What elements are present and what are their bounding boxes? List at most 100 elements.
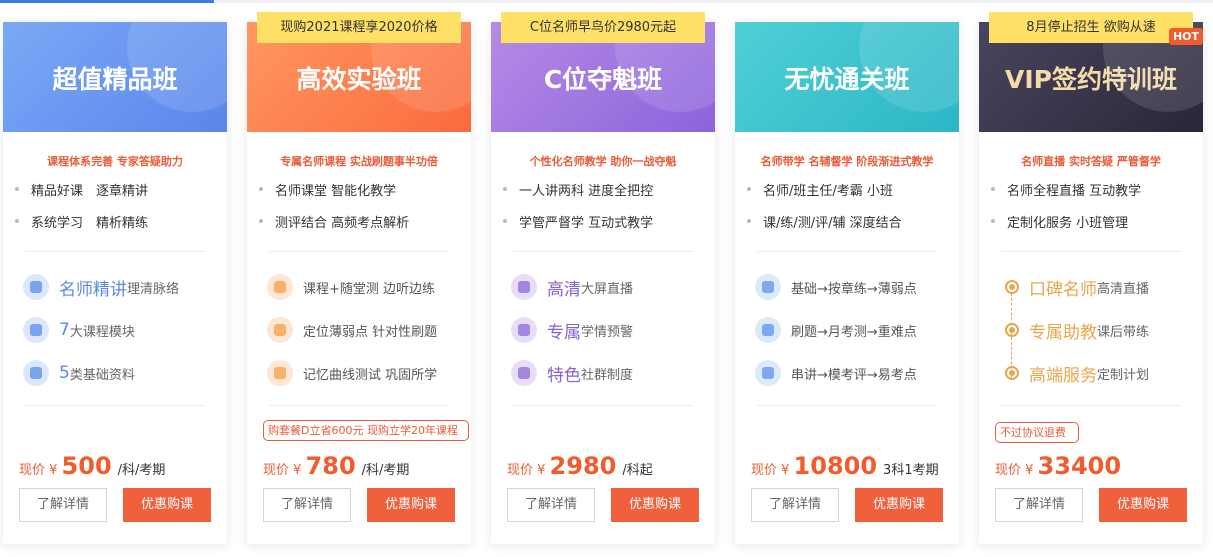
buy-button[interactable]: 优惠购课	[1099, 488, 1187, 522]
card-slogan: 课程体系完善 专家答疑助力	[47, 155, 183, 168]
card-header: 无忧通关班	[735, 22, 959, 132]
user-icon	[511, 274, 537, 300]
highlight-small: 高清直播	[1097, 281, 1150, 297]
highlight-small: 大课程模块	[69, 324, 135, 340]
book-icon	[23, 317, 49, 343]
card-title: C位夺魁班	[543, 65, 663, 94]
course-card-5: VIP签约特训班 8月停止招生 欲购从速 HOT 名师直播 实时答疑 严管督学 …	[979, 12, 1203, 544]
highlight-item: 定位薄弱点 针对性刷题	[267, 315, 437, 345]
price-amount: 10800	[793, 452, 878, 480]
feature-item: 学管严督学 互动式教学	[502, 212, 653, 231]
highlight-small: 定位薄弱点 针对性刷题	[303, 324, 438, 340]
highlight-item: 串讲→模考评→易考点	[755, 358, 917, 388]
price-label: 现价 ¥	[507, 463, 546, 478]
highlight-big: 专属	[547, 322, 581, 343]
course-card-1: 超值精品班 课程体系完善 专家答疑助力 精品好课 逐章精讲 系统学习 精析精练 …	[3, 22, 227, 544]
book-icon	[511, 317, 537, 343]
highlight-item: 高清 大屏直播	[511, 272, 633, 302]
card-slogan: 名师带学 名辅督学 阶段渐进式教学	[760, 155, 934, 168]
feature-item: 名师课堂 智能化教学	[258, 180, 396, 199]
heart-icon	[511, 360, 537, 386]
card-header: 超值精品班	[3, 22, 227, 132]
highlight-small: 基础→按章练→薄弱点	[791, 281, 917, 297]
feature-item: 名师/班主任/考霸 小班	[747, 180, 893, 199]
card-slogan: 名师直播 实时答疑 严管督学	[1021, 155, 1161, 168]
course-card-2: 高效实验班 现购2021课程享2020价格 专属名师课程 实战刷题事半功倍 名师…	[247, 12, 471, 544]
details-button[interactable]: 了解详情	[263, 488, 351, 522]
highlight-big: 5	[59, 363, 70, 383]
feature-item: 课/练/测/评/辅 深度结合	[747, 212, 902, 231]
highlight-item: 高端服务 定制计划	[999, 358, 1149, 388]
highlight-small: 记忆曲线测试 巩固所学	[303, 367, 438, 383]
highlight-big: 专属助教	[1029, 322, 1097, 343]
highlight-item: 名师精讲 理清脉络	[23, 272, 179, 302]
highlight-item: 特色 社群制度	[511, 358, 633, 388]
top-tab-bar	[0, 0, 1213, 3]
highlight-small: 刷题→月考测→重难点	[791, 324, 917, 340]
details-button[interactable]: 了解详情	[995, 488, 1083, 522]
feature-item: 一人讲两科 进度全把控	[502, 180, 653, 199]
highlight-item: 记忆曲线测试 巩固所学	[267, 358, 437, 388]
details-button[interactable]: 了解详情	[507, 488, 595, 522]
price-row: 现价 ¥ 780/科/考期	[263, 452, 409, 480]
price-row: 现价 ¥ 500/科/考期	[19, 452, 165, 480]
highlight-item: 刷题→月考测→重难点	[755, 315, 917, 345]
highlight-big: 7	[59, 320, 70, 340]
divider	[513, 251, 693, 252]
price-amount: 500	[61, 452, 112, 480]
feature-item: 名师全程直播 互动教学	[990, 180, 1141, 199]
feature-item: 定制化服务 小班管理	[990, 212, 1128, 231]
details-button[interactable]: 了解详情	[19, 488, 107, 522]
feature-item: 系统学习 精析精练	[14, 212, 148, 231]
user-icon	[755, 360, 781, 386]
highlight-big: 高清	[547, 279, 581, 300]
highlight-big: 名师精讲	[59, 279, 127, 300]
divider	[25, 405, 205, 406]
divider	[1001, 405, 1181, 406]
promo-ribbon: 现购2021课程享2020价格	[257, 12, 461, 43]
highlight-item: 5 类基础资料	[23, 358, 135, 388]
price-unit: 3科1考期	[883, 463, 939, 478]
divider	[25, 251, 205, 252]
price-label: 现价 ¥	[995, 463, 1034, 478]
promo-tag: 购套餐D立省600元 现购立学20年课程	[263, 420, 469, 441]
divider	[269, 405, 449, 406]
highlight-big: 高端服务	[1029, 365, 1097, 386]
hot-badge: HOT	[1169, 28, 1203, 45]
heart-icon	[267, 360, 293, 386]
user-icon	[267, 274, 293, 300]
price-unit: /科起	[622, 463, 653, 478]
highlight-small: 串讲→模考评→易考点	[791, 367, 917, 383]
highlight-small: 社群制度	[581, 367, 634, 383]
promo-ribbon: C位名师早鸟价2980元起	[501, 12, 705, 43]
buy-button[interactable]: 优惠购课	[855, 488, 943, 522]
card-slogan: 个性化名师教学 助你一战夺魁	[529, 155, 677, 168]
highlight-small: 课后带练	[1097, 324, 1150, 340]
buy-button[interactable]: 优惠购课	[367, 488, 455, 522]
highlight-item: 专属 学情预警	[511, 315, 633, 345]
divider	[757, 251, 937, 252]
dot-icon	[1005, 280, 1019, 294]
highlight-small: 理清脉络	[127, 281, 180, 297]
card-title: VIP签约特训班	[1005, 65, 1177, 94]
price-label: 现价 ¥	[19, 463, 58, 478]
price-label: 现价 ¥	[751, 463, 790, 478]
promo-ribbon: 8月停止招生 欲购从速	[989, 12, 1193, 43]
price-row: 现价 ¥ 2980/科起	[507, 452, 653, 480]
buy-button[interactable]: 优惠购课	[611, 488, 699, 522]
dot-icon	[1005, 323, 1019, 337]
course-card-3: C位夺魁班 C位名师早鸟价2980元起 个性化名师教学 助你一战夺魁 一人讲两科…	[491, 12, 715, 544]
feature-item: 精品好课 逐章精讲	[14, 180, 148, 199]
details-button[interactable]: 了解详情	[751, 488, 839, 522]
buy-button[interactable]: 优惠购课	[123, 488, 211, 522]
divider	[269, 251, 449, 252]
highlight-big: 特色	[547, 365, 581, 386]
price-label: 现价 ¥	[263, 463, 302, 478]
price-amount: 2980	[549, 452, 617, 480]
card-title: 超值精品班	[52, 65, 178, 94]
price-row: 现价 ¥ 10800 3科1考期	[751, 452, 939, 480]
book-icon	[267, 317, 293, 343]
price-amount: 33400	[1037, 452, 1122, 480]
price-amount: 780	[305, 452, 356, 480]
course-card-4: 无忧通关班 名师带学 名辅督学 阶段渐进式教学 名师/班主任/考霸 小班 课/练…	[735, 22, 959, 544]
